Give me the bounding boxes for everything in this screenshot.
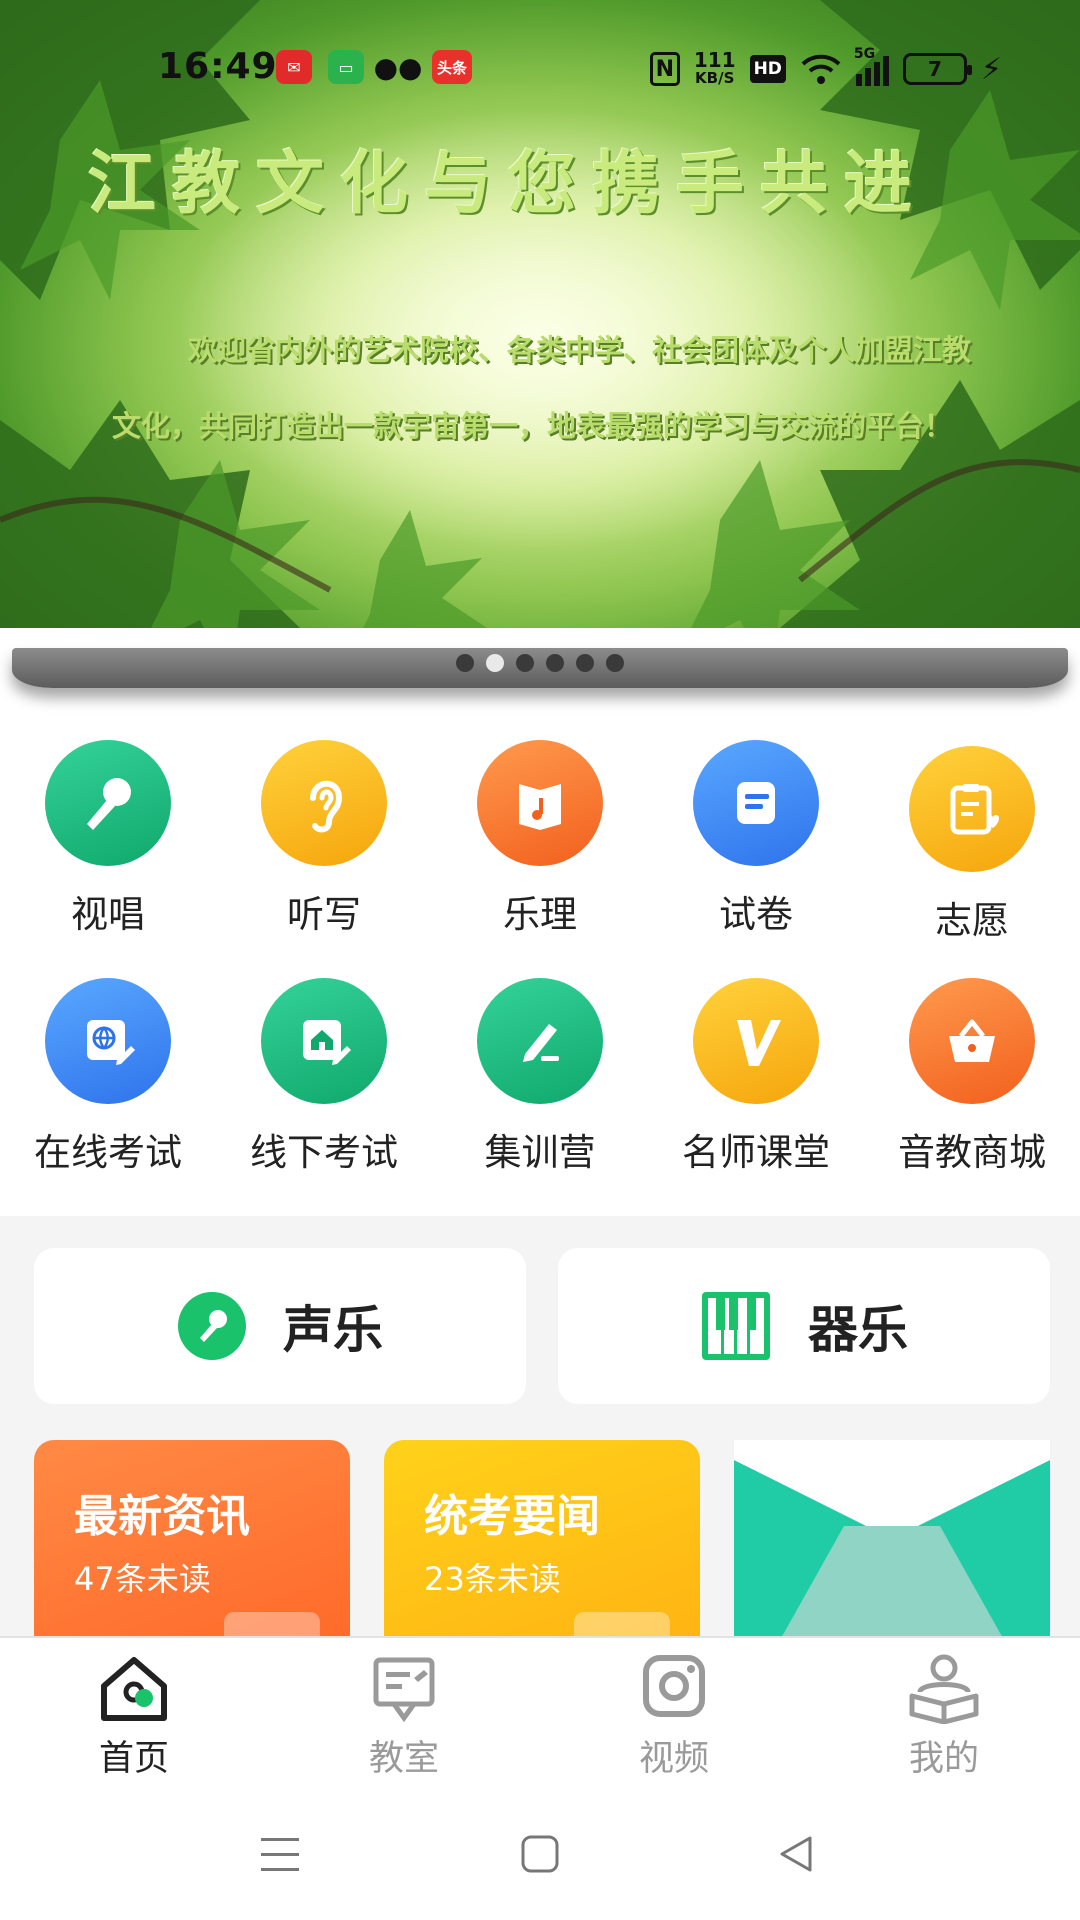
grid-label: 名师课堂 — [682, 1131, 830, 1174]
promo-graphic — [734, 1440, 1050, 1640]
grid-label: 线下考试 — [250, 1131, 398, 1174]
grid-item-aspiration[interactable]: 志愿 — [864, 746, 1080, 944]
system-navigation-bar — [0, 1792, 1080, 1920]
latest-news-card[interactable]: 最新资讯 47条未读 — [34, 1440, 350, 1640]
wifi-icon — [801, 54, 841, 84]
video-icon — [643, 1655, 705, 1717]
grid-item-dictation[interactable]: 听写 — [216, 740, 432, 938]
news-unread-count: 23条未读 — [424, 1560, 561, 1598]
battery-icon: 7 — [902, 53, 972, 85]
tab-home[interactable]: 首页 — [34, 1652, 234, 1781]
tab-label: 我的 — [908, 1739, 979, 1779]
carousel-dot[interactable] — [546, 654, 564, 672]
grid-label: 乐理 — [503, 893, 577, 936]
grid-label: 集训营 — [484, 1131, 596, 1174]
square-icon — [521, 1835, 559, 1873]
grid-item-master-class[interactable]: 名师课堂 — [648, 978, 864, 1176]
profile-icon — [909, 1654, 979, 1724]
music-book-icon — [477, 740, 603, 866]
basket-icon — [909, 978, 1035, 1104]
banner-slogan: 江教文化与您携手共进 — [88, 144, 929, 224]
home-icon — [101, 1657, 167, 1721]
carousel-dot[interactable] — [456, 654, 474, 672]
back-button[interactable] — [756, 1822, 836, 1886]
grid-label: 音教商城 — [898, 1131, 1046, 1174]
home-button[interactable] — [500, 1822, 580, 1886]
status-bar: 16:49 ✉ ▭ ●● 头条 N 111 KB/S HD 5G 7 ⚡ — [0, 0, 1080, 140]
grid-item-training-camp[interactable]: 集训营 — [432, 978, 648, 1176]
v-logo-icon — [693, 978, 819, 1104]
grid-item-music-store[interactable]: 音教商城 — [864, 978, 1080, 1176]
clock: 16:49 — [158, 46, 278, 87]
speed-unit: KB/S — [695, 69, 735, 87]
grid-item-music-theory[interactable]: 乐理 — [432, 740, 648, 938]
nfc-icon: N — [649, 52, 680, 86]
carousel-dot[interactable] — [606, 654, 624, 672]
message-icon: ▭ — [328, 50, 364, 84]
hd-icon: HD — [749, 55, 786, 83]
scroll-icon — [693, 740, 819, 866]
news-title: 最新资讯 — [74, 1491, 250, 1542]
menu-button[interactable] — [240, 1822, 320, 1886]
carousel-dot[interactable] — [516, 654, 534, 672]
carousel-dot-active[interactable] — [486, 654, 504, 672]
wechat-icon: ●● — [373, 50, 423, 84]
pen-icon — [477, 978, 603, 1104]
news-title: 统考要闻 — [424, 1491, 600, 1542]
grid-item-sight-singing[interactable]: 视唱 — [0, 740, 216, 938]
toutiao-icon: 头条 — [432, 50, 472, 84]
grid-item-online-exam[interactable]: 在线考试 — [0, 978, 216, 1176]
instrumental-label: 器乐 — [808, 1301, 908, 1359]
status-indicators: N 111 KB/S HD 5G 7 ⚡ — [649, 46, 1002, 90]
back-triangle-icon — [780, 1836, 812, 1872]
tab-classroom[interactable]: 教室 — [304, 1652, 504, 1781]
carousel-dot[interactable] — [576, 654, 594, 672]
network-speed: 111 KB/S — [693, 48, 736, 87]
grid-label: 试卷 — [719, 893, 793, 936]
grid-label: 听写 — [287, 893, 361, 936]
microphone-icon — [45, 740, 171, 866]
tab-profile[interactable]: 我的 — [844, 1652, 1044, 1781]
tab-video[interactable]: 视频 — [574, 1652, 774, 1781]
banner-carousel[interactable]: 16:49 ✉ ▭ ●● 头条 N 111 KB/S HD 5G 7 ⚡ 江教文… — [0, 0, 1080, 628]
carousel-dots[interactable] — [0, 654, 1080, 678]
menu-icon — [261, 1838, 299, 1871]
bottom-tab-bar: 首页 教室 视频 我的 — [0, 1636, 1080, 1792]
classroom-icon — [373, 1657, 435, 1723]
grid-item-offline-exam[interactable]: 线下考试 — [216, 978, 432, 1176]
globe-edit-icon — [45, 978, 171, 1104]
vocal-label: 声乐 — [283, 1301, 383, 1359]
clipboard-heart-icon — [909, 746, 1035, 872]
speed-value: 111 — [693, 48, 736, 72]
charging-icon: ⚡ — [980, 51, 1002, 87]
news-unread-count: 47条未读 — [74, 1560, 211, 1598]
tab-label: 教室 — [368, 1739, 439, 1779]
exam-news-card[interactable]: 统考要闻 23条未读 — [384, 1440, 700, 1640]
microphone-icon — [178, 1292, 246, 1360]
kuaidi-icon: ✉ — [276, 50, 312, 84]
grid-label: 视唱 — [71, 893, 145, 936]
network-type: 5G — [853, 46, 876, 62]
signal-icon: 5G — [854, 46, 889, 86]
piano-icon — [702, 1292, 770, 1360]
promo-card[interactable] — [734, 1440, 1050, 1640]
tab-label: 视频 — [638, 1739, 709, 1779]
grid-label: 志愿 — [935, 899, 1009, 942]
instrumental-music-card[interactable]: 器乐 — [558, 1248, 1050, 1404]
grid-label: 在线考试 — [34, 1131, 182, 1174]
house-edit-icon — [261, 978, 387, 1104]
ear-icon — [261, 740, 387, 866]
banner-welcome-text: 欢迎省内外的艺术院校、各类中学、社会团体及个人加盟江教文化，共同打造出一款宇宙第… — [112, 333, 972, 443]
tab-label: 首页 — [98, 1739, 169, 1779]
grid-item-exam-papers[interactable]: 试卷 — [648, 740, 864, 938]
vocal-music-card[interactable]: 声乐 — [34, 1248, 526, 1404]
